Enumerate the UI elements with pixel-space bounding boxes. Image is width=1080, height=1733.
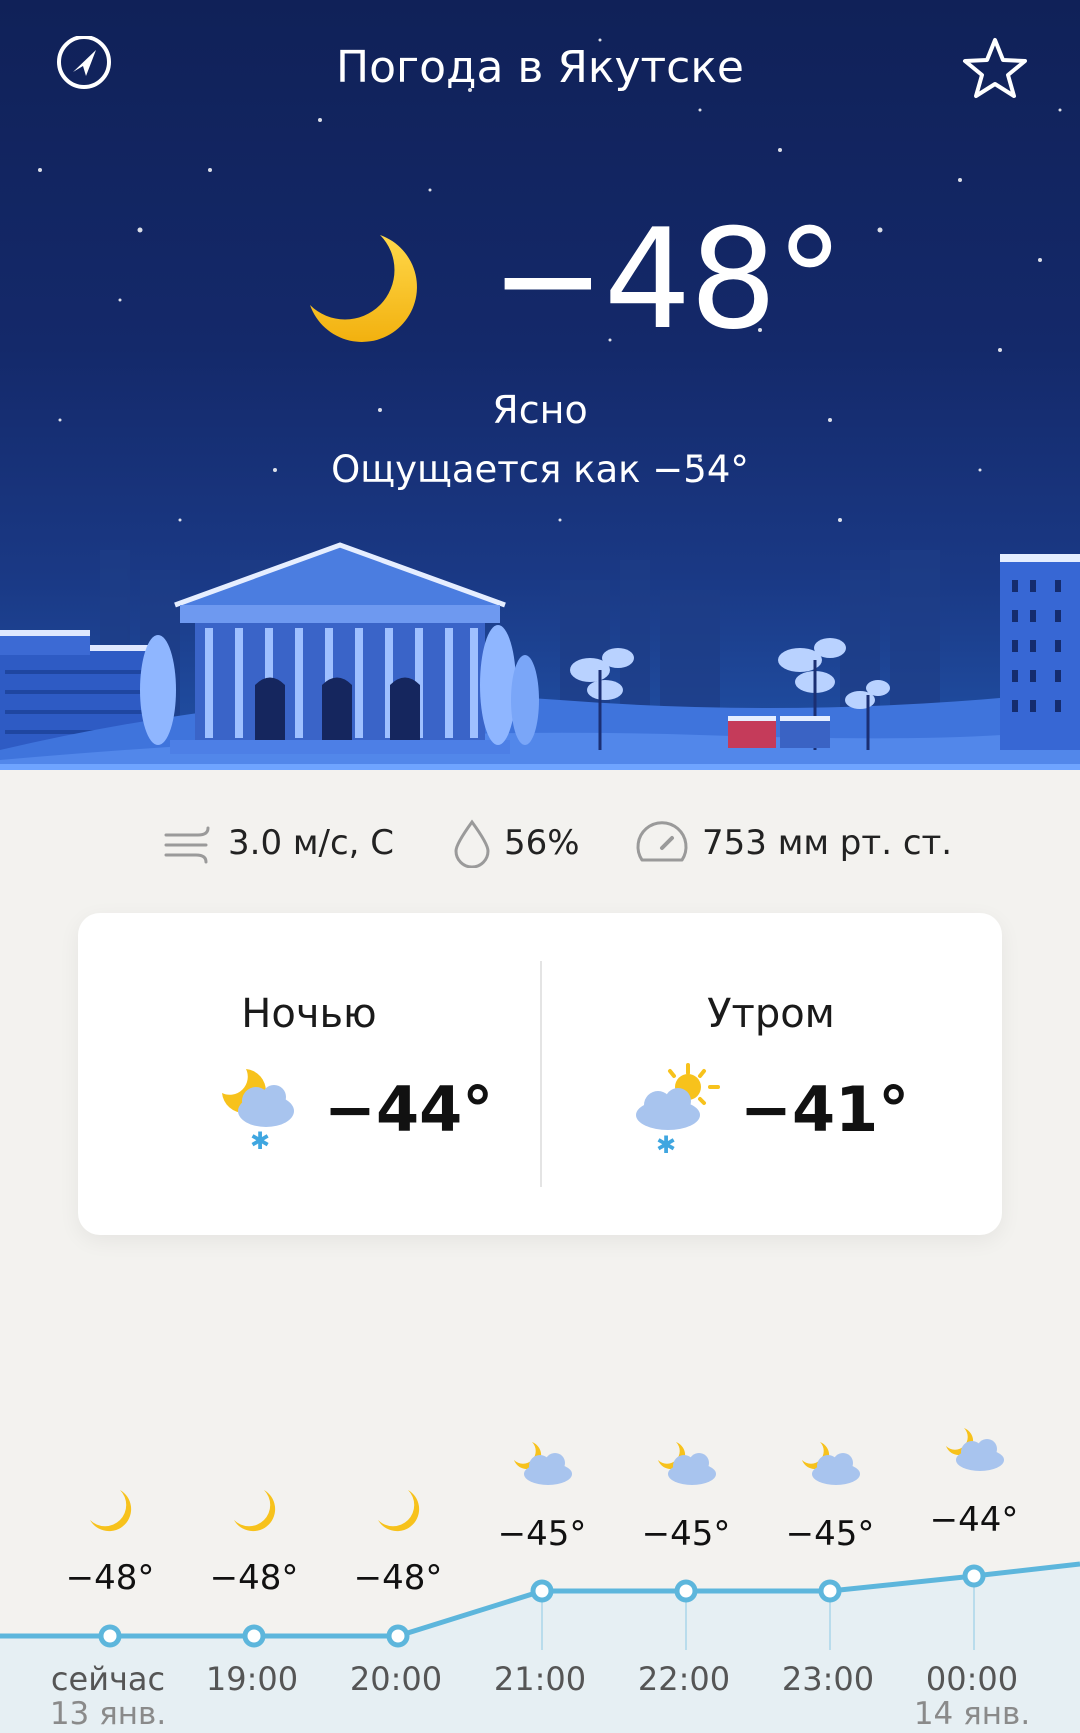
- pressure-metric: 753 мм рт. ст.: [634, 808, 952, 878]
- hourly-temp: −45°: [641, 1514, 731, 1554]
- page-title: Погода в Якутске: [336, 42, 744, 93]
- hourly-date: 13 янв.: [49, 1696, 167, 1732]
- weather-metrics: 3.0 м/с, С 56% 753 мм рт. ст.: [0, 808, 1080, 878]
- hourly-point: [818, 1579, 842, 1603]
- moon-icon: [378, 1490, 420, 1532]
- gauge-icon: [636, 821, 688, 862]
- hourly-time: 23:00: [781, 1660, 875, 1698]
- hourly-temp: −48°: [209, 1558, 299, 1598]
- day-part-temp: −41°: [740, 1073, 910, 1146]
- moon-icon: [90, 1490, 132, 1532]
- hourly-point: [674, 1579, 698, 1603]
- weather-hero: Погода в Якутске −48° Ясно Ощущается как…: [0, 0, 1080, 770]
- hourly-time: сейчас: [50, 1660, 166, 1698]
- svg-text:✱: ✱: [656, 1131, 676, 1157]
- day-part-label: Ночью: [241, 991, 377, 1037]
- hourly-time: 22:00: [637, 1660, 731, 1698]
- feels-like: Ощущается как −54°: [331, 448, 749, 491]
- moon-cloud-icon: [946, 1428, 1004, 1471]
- hourly-time: 19:00: [205, 1660, 299, 1698]
- hourly-point: [386, 1624, 410, 1648]
- hourly-forecast[interactable]: −48° −48° −48° −45° −45° −45° −44° сейча…: [0, 1400, 1080, 1733]
- hourly-temp: −45°: [785, 1514, 875, 1554]
- wind-metric: 3.0 м/с, С: [162, 808, 394, 878]
- favorite-button[interactable]: [955, 36, 1035, 116]
- hourly-point: [242, 1624, 266, 1648]
- drop-icon: [454, 819, 490, 868]
- day-parts-card[interactable]: Ночью ✱ −44° Утром ✱ −41°: [78, 913, 1002, 1235]
- hourly-time: 00:00: [925, 1660, 1019, 1698]
- hourly-date: 14 янв.: [913, 1696, 1031, 1732]
- hourly-point: [962, 1564, 986, 1588]
- current-temperature: −48°: [490, 199, 844, 360]
- moon-icon: [310, 235, 417, 342]
- moon-cloud-icon: [514, 1442, 572, 1485]
- day-part-label: Утром: [707, 991, 835, 1037]
- humidity-value: 56%: [504, 823, 580, 863]
- sun-cloud-snow-icon: ✱: [636, 1063, 720, 1157]
- humidity-metric: 56%: [452, 808, 580, 878]
- moon-icon: [234, 1490, 276, 1532]
- current-condition: Ясно: [492, 388, 588, 432]
- city-illustration: [0, 542, 1080, 770]
- hourly-point: [530, 1579, 554, 1603]
- wind-icon: [164, 826, 210, 864]
- hourly-temp: −48°: [353, 1558, 443, 1598]
- hourly-temp: −48°: [65, 1558, 155, 1598]
- wind-value: 3.0 м/с, С: [228, 823, 395, 863]
- day-part-morning: Утром ✱ −41°: [540, 913, 1002, 1235]
- hourly-point: [98, 1624, 122, 1648]
- hourly-time: 20:00: [349, 1660, 443, 1698]
- hourly-temp: −44°: [929, 1500, 1019, 1540]
- hourly-temp: −45°: [497, 1514, 587, 1554]
- moon-cloud-snow-icon: ✱: [222, 1069, 294, 1153]
- moon-cloud-icon: [658, 1442, 716, 1485]
- day-part-night: Ночью ✱ −44°: [78, 913, 540, 1235]
- moon-cloud-icon: [802, 1442, 860, 1485]
- svg-text:✱: ✱: [250, 1127, 270, 1153]
- day-part-temp: −44°: [324, 1073, 494, 1146]
- hourly-time: 21:00: [493, 1660, 587, 1698]
- star-icon: [963, 38, 1027, 98]
- pressure-value: 753 мм рт. ст.: [702, 823, 953, 863]
